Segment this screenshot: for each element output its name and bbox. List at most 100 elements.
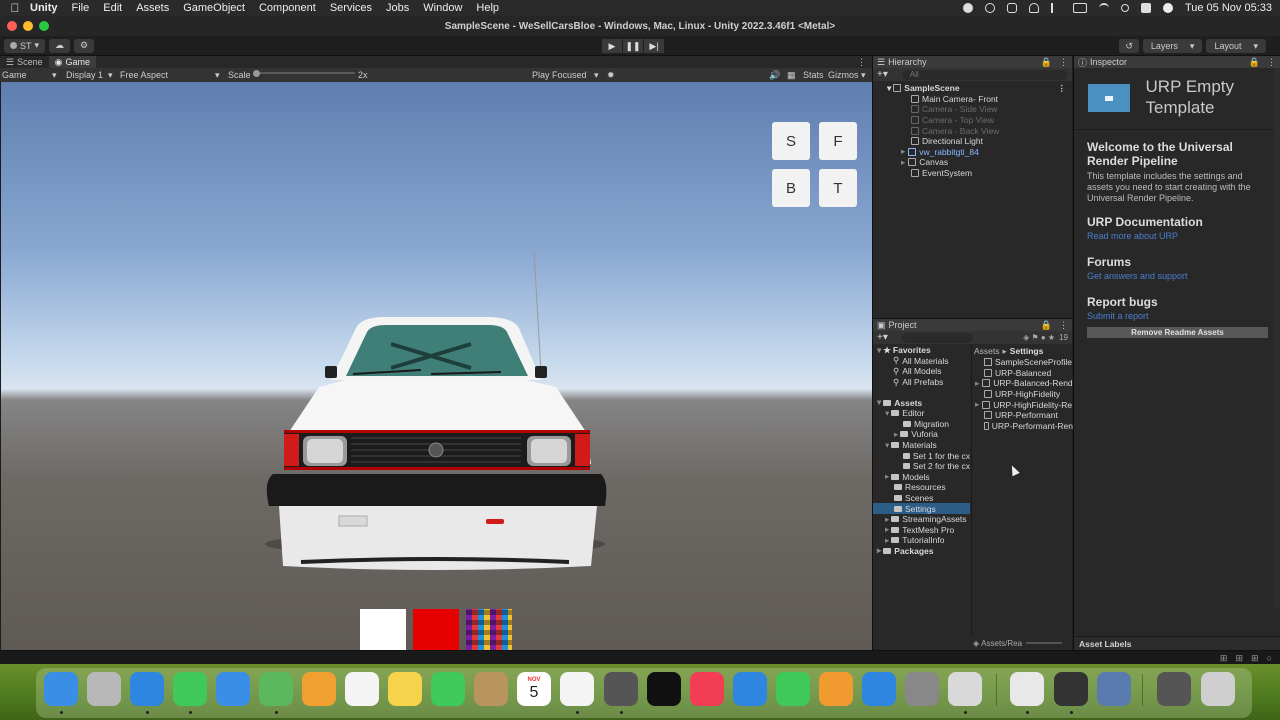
create-plus-icon[interactable]: +▾ (877, 69, 888, 80)
chevron-right-icon[interactable]: ▸ (901, 157, 905, 168)
folder-vuforia[interactable]: ▸ Vuforia (873, 429, 970, 440)
folder-streamingassets[interactable]: ▸ StreamingAssets (873, 514, 970, 525)
asset-labels-bar[interactable]: Asset Labels (1074, 636, 1280, 650)
favorites-header[interactable]: ▾ ★ Favorites (873, 345, 970, 356)
folder-settings[interactable]: Settings (873, 503, 970, 514)
mail-icon[interactable] (216, 672, 250, 706)
unity-hub-icon[interactable] (604, 672, 638, 706)
folder-models[interactable]: ▸ Models (873, 472, 970, 483)
unity-icon[interactable] (1054, 672, 1088, 706)
back-view-button[interactable]: B (772, 169, 810, 207)
file-item[interactable]: URP-Performant-Ren (972, 421, 1073, 432)
menu-gameobject[interactable]: GameObject (183, 2, 245, 14)
menu-services[interactable]: Services (330, 2, 372, 14)
notifications-icon[interactable]: ○ (1267, 653, 1272, 664)
menu-jobs[interactable]: Jobs (386, 2, 409, 14)
hierarchy-item[interactable]: Camera - Back View (897, 125, 1072, 136)
file-item[interactable]: URP-HighFidelity (972, 389, 1073, 400)
create-plus-icon[interactable]: +▾ (877, 332, 888, 343)
cloud-button[interactable]: ☁ (49, 38, 71, 53)
folder-tutorialinfo[interactable]: ▸ TutorialInfo (873, 535, 970, 546)
favorite-item[interactable]: ⚲ All Models (873, 366, 970, 377)
game-viewport[interactable]: S F B T (1, 82, 872, 650)
step-button[interactable]: ▶| (644, 39, 664, 53)
close-window-button[interactable] (7, 21, 17, 31)
file-item[interactable]: URP-Balanced (972, 368, 1073, 379)
notes-icon[interactable] (388, 672, 422, 706)
play-focused-dropdown[interactable]: Play Focused (532, 70, 587, 80)
assets-root[interactable]: ▾ Assets (873, 397, 970, 408)
file-item[interactable]: URP-Performant (972, 410, 1073, 421)
scene-root-item[interactable]: ▾ SampleScene ⋮ (887, 83, 1072, 94)
folder-textmesh-pro[interactable]: ▸ TextMesh Pro (873, 525, 970, 536)
quicktime-icon[interactable] (1097, 672, 1131, 706)
top-view-button[interactable]: T (819, 169, 857, 207)
file-item[interactable]: ▸ URP-HighFidelity-Re (972, 399, 1073, 410)
record-icon[interactable] (962, 3, 973, 13)
tab-project[interactable]: ▣ Project 🔒 ⋮ (873, 319, 1072, 331)
menu-edit[interactable]: Edit (103, 2, 122, 14)
chrome-icon[interactable] (1010, 672, 1044, 706)
system-settings-icon[interactable] (905, 672, 939, 706)
spotlight-search-icon[interactable] (1120, 4, 1129, 12)
app-menu[interactable]: Unity (30, 2, 58, 14)
launchpad-icon[interactable] (87, 672, 121, 706)
keynote-icon[interactable] (733, 672, 767, 706)
bluetooth-icon[interactable] (1050, 3, 1061, 13)
unity-status-icon[interactable] (984, 3, 995, 13)
progress-icon[interactable]: ⊞ (1220, 653, 1228, 664)
shortcuts-icon[interactable]: ▦ (787, 70, 796, 81)
folder-editor[interactable]: ▾ Editor (873, 408, 970, 419)
contacts-icon[interactable] (474, 672, 508, 706)
safari-icon[interactable] (130, 672, 164, 706)
stats-button[interactable]: Stats (803, 70, 824, 80)
red-color-swatch[interactable] (413, 609, 459, 650)
pause-button[interactable]: ❚❚ (623, 39, 643, 53)
breadcrumb-current[interactable]: Settings (1010, 346, 1044, 356)
icon-size-slider[interactable] (1026, 642, 1063, 644)
packages-root[interactable]: ▸ Packages (873, 546, 970, 557)
pattern-texture-swatch[interactable] (466, 609, 512, 650)
tab-game[interactable]: ◉ Game (48, 56, 96, 68)
hierarchy-item[interactable]: Directional Light (897, 136, 1072, 147)
minimize-window-button[interactable] (23, 21, 33, 31)
appletv-icon[interactable] (647, 672, 681, 706)
docs-link[interactable]: Read more about URP (1087, 231, 1268, 241)
menu-assets[interactable]: Assets (136, 2, 169, 14)
hierarchy-item[interactable]: ▸ vw_rabbitgti_84 (897, 146, 1072, 158)
hierarchy-item[interactable]: EventSystem (897, 168, 1072, 179)
panel-menu-icon[interactable]: ⋮ (857, 57, 866, 68)
downloads-stack-icon[interactable] (1157, 672, 1191, 706)
inspector-scrollbar[interactable] (1274, 68, 1280, 608)
pages-icon[interactable] (819, 672, 853, 706)
hierarchy-item[interactable]: Camera - Side View (897, 104, 1072, 115)
favorite-item[interactable]: ⚲ All Materials (873, 356, 970, 367)
apple-menu-icon[interactable]:  (0, 1, 30, 15)
file-item[interactable]: SampleSceneProfile (972, 357, 1073, 368)
folder-resources[interactable]: Resources (873, 482, 970, 493)
wifi-icon[interactable] (1098, 3, 1109, 13)
hierarchy-item[interactable]: Main Camera- Front (897, 94, 1072, 105)
breadcrumb-root[interactable]: Assets (974, 346, 1000, 356)
menu-file[interactable]: File (72, 2, 90, 14)
lock-icon[interactable]: 🔒 (1041, 320, 1052, 331)
menu-window[interactable]: Window (423, 2, 462, 14)
debug-icon[interactable]: ⊞ (1251, 653, 1259, 664)
appstore-icon[interactable] (862, 672, 896, 706)
finder-icon[interactable] (44, 672, 78, 706)
scene-menu-icon[interactable]: ⋮ (1058, 83, 1067, 94)
reminders-icon[interactable] (345, 672, 379, 706)
chevron-right-icon[interactable]: ▸ (901, 146, 905, 157)
lock-icon[interactable]: 🔒 (1249, 57, 1260, 68)
siri-icon[interactable] (1162, 3, 1173, 13)
hierarchy-search-input[interactable]: All (901, 69, 1068, 80)
bug-icon[interactable]: ✹ (607, 70, 615, 81)
panel-menu-icon[interactable]: ⋮ (1059, 57, 1068, 68)
iphone-mirroring-icon[interactable] (948, 672, 982, 706)
maps-icon[interactable] (259, 672, 293, 706)
scale-slider[interactable] (255, 72, 355, 74)
folder-scenes[interactable]: Scenes (873, 493, 970, 504)
trash-icon[interactable] (1201, 672, 1235, 706)
favorite-item[interactable]: ⚲ All Prefabs (873, 377, 970, 388)
remove-readme-button[interactable]: Remove Readme Assets (1087, 327, 1268, 338)
